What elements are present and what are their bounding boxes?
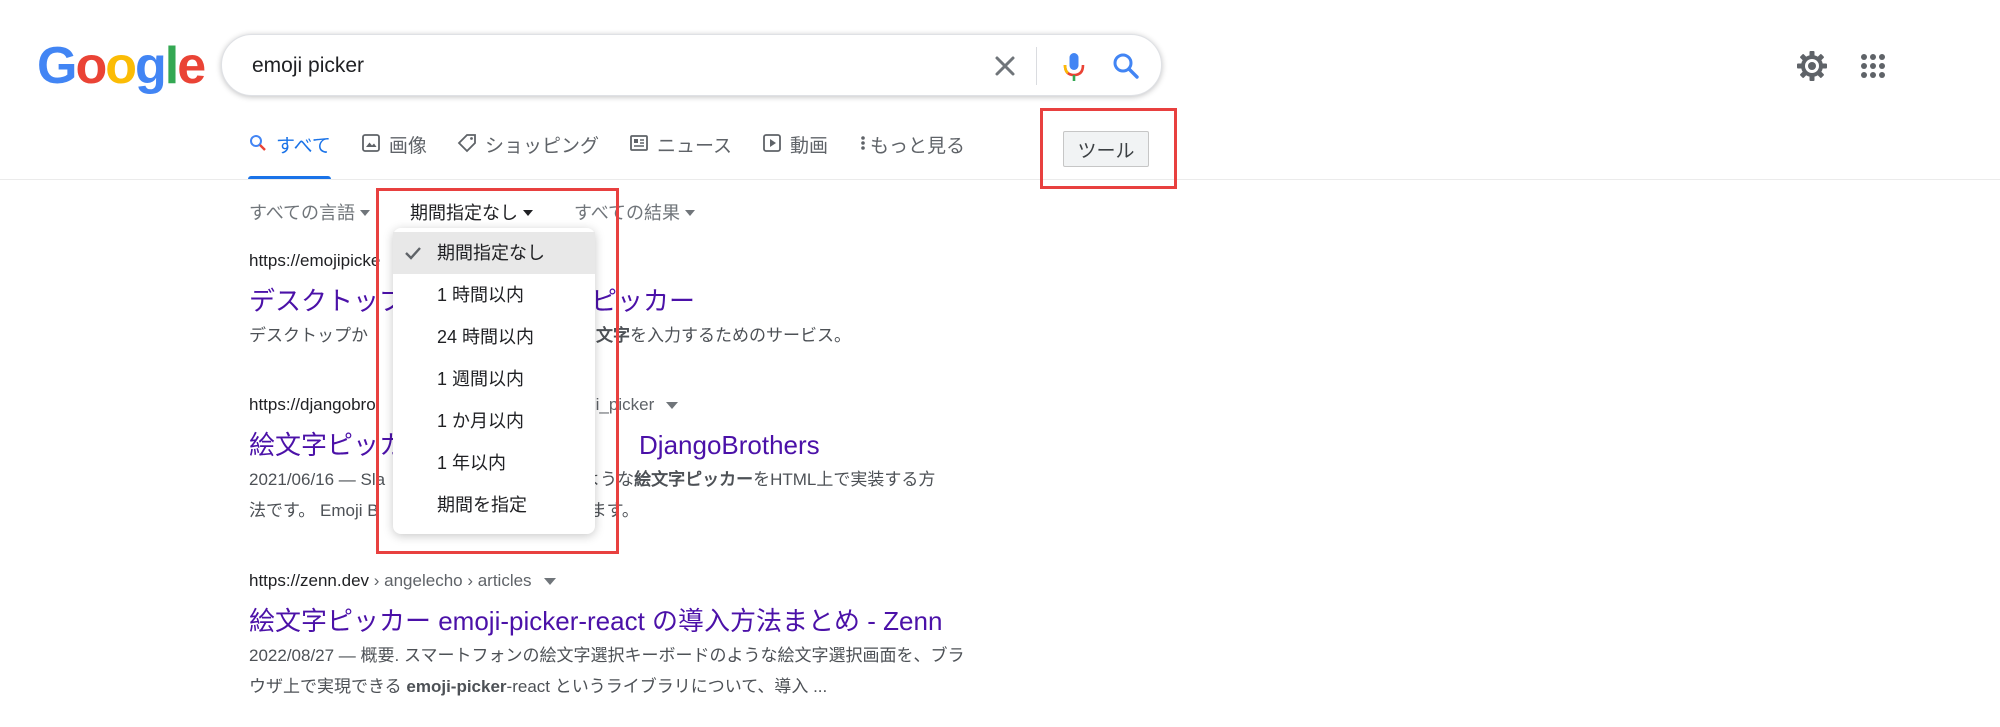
result-snippet: デスクトップか 文字を入力するためのサービス。 [249,320,1059,351]
snippet-left: デスクトップか [249,326,368,345]
caret-down-icon [685,210,696,216]
tabs-divider [0,179,2000,180]
tab-label: もっと見る [870,136,966,157]
snippet-bold: 絵文字ピッカー [634,470,754,489]
tab-news[interactable]: ニュース [629,131,732,179]
tab-label: すべて [276,136,331,157]
tab-all[interactable]: すべて [248,131,331,179]
snippet-line: 法です。 Emoji Bを使います。 [249,495,1059,526]
tag-icon [457,134,476,153]
search-box [221,34,1162,96]
result-url: https://emojipicke [249,251,380,271]
clear-search-button[interactable] [987,48,1023,84]
result-url-path: › angelecho › articles [369,571,532,590]
gear-icon [1797,51,1827,81]
tab-shopping[interactable]: ショッピング [457,131,599,179]
snippet-line: ウザ上で実現できる emoji-picker-react というライブラリについ… [249,671,1059,702]
logo-letter: o [75,37,107,95]
mic-icon [1063,53,1085,81]
snippet-date: 2021/06/16 — Sla [249,470,386,489]
news-icon [630,135,648,151]
logo-letter: o [105,37,137,95]
snippet-right: -react というライブラリについて、導入 ... [506,677,828,696]
video-icon [763,134,781,152]
search-icon [250,135,266,151]
result-snippet: 2022/08/27 — 概要. スマートフォンの絵文字選択キーボードのような絵… [249,640,1059,702]
apps-grid-icon [1861,54,1885,78]
tab-images[interactable]: 画像 [361,131,427,179]
result-url-text: https://emojipicke [249,251,381,270]
result-title[interactable]: 絵文字ピッカー emoji-picker-react の導入方法まとめ - Ze… [249,601,942,638]
search-icon [1113,53,1139,79]
snippet-right: を入力するためのサービス。 [630,326,851,345]
time-filter-highlight-box [376,188,619,554]
logo-letter: l [164,37,180,95]
result-snippet: 2021/06/16 — Slaで見るような絵文字ピッカーをHTML上で実装する… [249,464,1059,526]
snippet-left: ウザ上で実現できる [249,677,407,696]
result-url: https://zenn.dev › angelecho › articles [249,571,556,591]
search-input[interactable] [250,49,954,83]
tab-more[interactable]: もっと見る [858,131,965,179]
logo-letter: g [134,37,167,95]
close-icon [995,56,1015,76]
caret-down-icon [360,210,371,216]
tools-highlight-box [1040,108,1177,189]
more-vert-icon [861,136,865,150]
image-icon [362,134,380,152]
search-tabs: すべて 画像 ショッピング ニュース 動画 もっと見る [248,131,995,179]
tab-videos[interactable]: 動画 [762,131,828,179]
snippet-line: 2021/06/16 — Slaで見るような絵文字ピッカーをHTML上で実装する… [249,464,1059,495]
snippet-tail: をHTML上で実装する方 [753,470,936,489]
snippet-left: 法です。 Emoji B [249,501,379,520]
logo-letter: G [37,37,77,95]
snippet-bold: emoji-picker [406,677,507,696]
caret-down-icon[interactable] [666,402,679,410]
voice-search-button[interactable] [1056,48,1092,84]
search-divider [1036,47,1037,85]
language-filter[interactable]: すべての言語 [249,199,371,225]
google-logo[interactable]: Google [37,37,206,95]
tab-label: 動画 [790,136,829,157]
tab-label: ニュース [656,136,733,157]
filter-label: すべての言語 [249,203,356,223]
tab-label: ショッピング [484,136,599,157]
settings-button[interactable] [1794,48,1830,84]
result-url-text: https://djangobro [249,395,376,414]
caret-down-icon[interactable] [543,578,556,586]
snippet-line: 2022/08/27 — 概要. スマートフォンの絵文字選択キーボードのような絵… [249,646,965,665]
logo-letter: e [177,37,206,95]
result-url-host: https://zenn.dev [249,571,370,590]
search-button[interactable] [1108,48,1144,84]
tab-label: 画像 [388,136,427,157]
google-apps-button[interactable] [1855,48,1891,84]
result-title-right: DjangoBrothers [639,430,820,460]
